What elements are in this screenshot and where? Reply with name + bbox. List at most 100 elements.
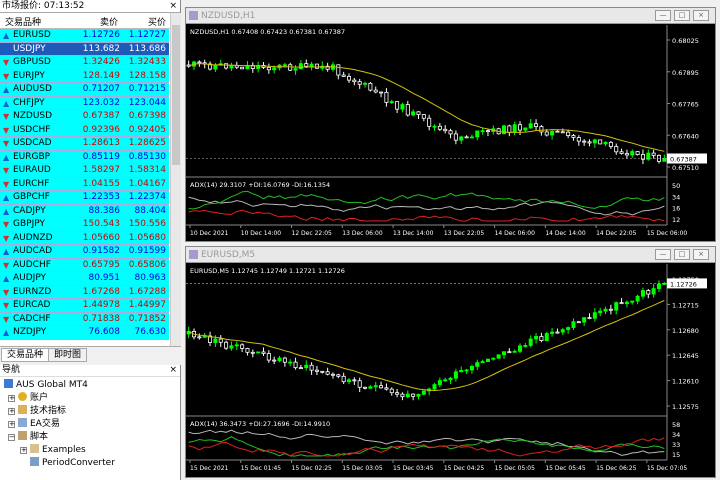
column-ask[interactable]: 买价 [148, 15, 166, 28]
bid-price: 80.951 [88, 273, 121, 283]
symbol-row[interactable]: ▲ USDJPY 113.682 113.686 [0, 42, 169, 56]
expand-icon[interactable]: + [20, 447, 27, 454]
candle-body [341, 375, 346, 383]
close-button[interactable]: × [693, 249, 709, 260]
chart-window-eurusd[interactable]: EURUSD,M5 — □ × EURUSD,M5 1.12745 1.12749 … [185, 246, 716, 478]
time-label: 13 Dec 06:00 [342, 230, 383, 237]
symbol-row[interactable]: ▼ EURCHF 1.04155 1.04167 [0, 177, 169, 191]
vertical-scrollbar[interactable] [170, 13, 181, 346]
maximize-button[interactable]: □ [674, 249, 690, 260]
ask-price: 1.44997 [128, 300, 166, 310]
nav-period-converter[interactable]: PeriodConverter [30, 457, 115, 469]
tab-symbols[interactable]: 交易品种 [1, 348, 50, 362]
bid-price: 0.71838 [82, 313, 120, 324]
symbol-row[interactable]: ▼ NZDUSD 0.67387 0.67398 [0, 110, 169, 124]
arrow-down-icon: ▼ [3, 301, 10, 310]
symbol-row[interactable]: ▼ AUDCHF 0.65795 0.65806 [0, 258, 169, 272]
ask-price: 88.404 [134, 205, 167, 216]
indicator-level-label: 58 [672, 421, 680, 429]
symbol-row[interactable]: ▲ CADJPY 88.386 88.404 [0, 204, 169, 218]
minimize-button[interactable]: — [655, 249, 671, 260]
candle-body [336, 374, 341, 377]
close-button[interactable]: × [693, 10, 709, 21]
symbol-row[interactable]: ▲ AUDJPY 80.951 80.963 [0, 272, 169, 286]
symbol-row[interactable]: ▼ AUDNZD 1.05660 1.05680 [0, 231, 169, 245]
time-label: 10 Dec 14:00 [241, 230, 282, 237]
symbol-row[interactable]: ▲ CHFJPY 123.032 123.044 [0, 96, 169, 110]
ask-price: 1.32433 [128, 57, 166, 67]
nav-accounts[interactable]: + 账户 [8, 392, 48, 404]
symbol-row[interactable]: ▼ USDCHF 0.92396 0.92405 [0, 123, 169, 137]
symbol-row[interactable]: ▼ EURJPY 128.149 128.158 [0, 69, 169, 83]
candle-body [416, 393, 421, 397]
candle-body [592, 312, 597, 319]
nav-scripts[interactable]: − 脚本 [8, 431, 48, 443]
expand-icon[interactable]: + [8, 421, 15, 428]
ask-price: 128.158 [128, 70, 166, 81]
candle-body [309, 364, 314, 371]
ask-price: 113.686 [128, 43, 166, 54]
candle-body [656, 283, 661, 289]
symbol-name: CADCHF [13, 313, 51, 324]
column-bid[interactable]: 卖价 [100, 15, 118, 28]
candle-body [560, 131, 565, 134]
indicator-level-label: 34 [672, 431, 680, 439]
candle-body [459, 370, 464, 373]
bid-price: 0.67387 [82, 111, 120, 121]
candle-body [523, 127, 528, 131]
symbol-row[interactable]: ▼ USDCAD 1.28613 1.28625 [0, 137, 169, 151]
indicator-level-label: 33 [672, 441, 680, 449]
nav-indicators[interactable]: + 技术指标 [8, 405, 66, 417]
candle-body [555, 130, 560, 133]
expand-icon[interactable]: + [8, 395, 15, 402]
chart-canvas[interactable]: NZDUSD,H1 0.67408 0.67423 0.67381 0.6738… [186, 25, 715, 241]
candle-body [304, 364, 309, 369]
close-icon[interactable]: × [169, 0, 177, 12]
arrow-up-icon: ▲ [3, 247, 10, 256]
price-label: 1.12715 [672, 301, 699, 309]
chart-canvas[interactable]: EURUSD,M5 1.12745 1.12749 1.12721 1.1272… [186, 264, 715, 477]
chart-window-nzdusd[interactable]: NZDUSD,H1 — □ × NZDUSD,H1 0.67408 0.67423 … [185, 7, 716, 242]
tab-tick-chart[interactable]: 即时图 [48, 348, 88, 362]
symbol-row[interactable]: ▼ GBPUSD 1.32426 1.32433 [0, 56, 169, 70]
bid-price: 1.22353 [82, 192, 120, 202]
script-folder-icon [18, 431, 27, 440]
candle-body [550, 331, 555, 334]
price-label: 1.12575 [672, 403, 699, 411]
symbol-row[interactable]: ▲ AUDUSD 0.71207 0.71215 [0, 83, 169, 97]
close-icon[interactable]: × [169, 365, 177, 376]
symbol-row[interactable]: ▲ NZDJPY 76.608 76.630 [0, 326, 169, 340]
candle-body [646, 290, 651, 295]
symbol-row[interactable]: ▲ AUDCAD 0.91582 0.91599 [0, 245, 169, 259]
bid-price: 1.28613 [82, 138, 120, 148]
symbol-row[interactable]: ▲ EURGBP 0.85119 0.85130 [0, 150, 169, 164]
time-label: 15 Dec 02:25 [292, 465, 333, 472]
maximize-button[interactable]: □ [674, 10, 690, 21]
price-label: 1.12680 [672, 327, 699, 335]
symbol-row[interactable]: ▼ EURAUD 1.58297 1.58314 [0, 164, 169, 178]
symbol-row[interactable]: ▼ EURCAD 1.44978 1.44997 [0, 299, 169, 313]
scroll-thumb[interactable] [172, 25, 180, 165]
symbol-row[interactable]: ▲ EURUSD 1.12726 1.12727 [0, 29, 169, 43]
nav-root[interactable]: AUS Global MT4 [4, 379, 88, 391]
symbol-row[interactable]: ▼ GBPJPY 150.543 150.556 [0, 218, 169, 232]
arrow-down-icon: ▼ [3, 260, 10, 270]
nav-expert-advisors[interactable]: + EA交易 [8, 418, 60, 430]
candle-body [539, 336, 544, 342]
bid-price: 76.608 [88, 327, 121, 337]
candle-body [298, 63, 303, 70]
minimize-button[interactable]: — [655, 10, 671, 21]
candle-body [395, 101, 400, 110]
candle-body [459, 136, 464, 141]
candle-body [582, 317, 587, 323]
column-symbol[interactable]: 交易品种 [5, 15, 41, 28]
candle-body [373, 89, 378, 93]
symbol-row[interactable]: ▼ CADCHF 0.71838 0.71852 [0, 312, 169, 326]
expand-icon[interactable]: + [8, 408, 15, 415]
symbol-row[interactable]: ▲ GBPCHF 1.22353 1.22374 [0, 191, 169, 205]
collapse-icon[interactable]: − [8, 434, 15, 441]
bid-price: 88.386 [88, 205, 121, 216]
candle-body [250, 351, 255, 354]
symbol-row[interactable]: ▼ EURNZD 1.67268 1.67288 [0, 285, 169, 299]
nav-examples[interactable]: + Examples [20, 444, 86, 456]
